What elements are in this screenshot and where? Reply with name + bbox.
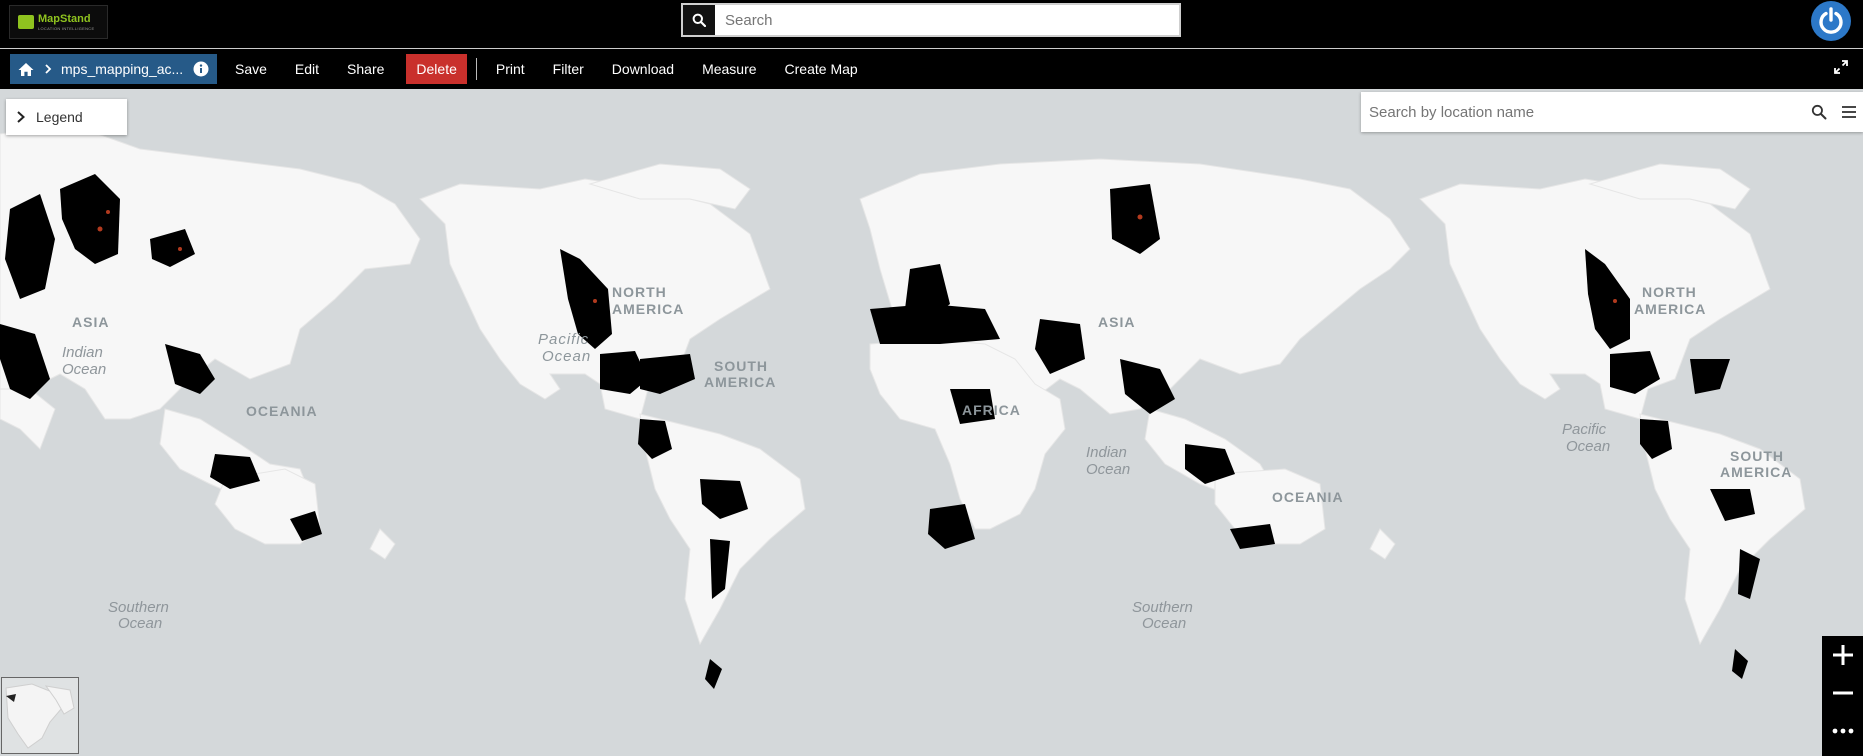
share-button[interactable]: Share <box>333 54 398 84</box>
map-name[interactable]: mps_mapping_ac... <box>61 61 193 77</box>
label-indian-2: Ocean <box>62 361 106 378</box>
measure-button[interactable]: Measure <box>688 54 770 84</box>
search-icon[interactable] <box>1811 104 1827 120</box>
world-map[interactable]: ASIA NORTH AMERICA Pacific Ocean Indian … <box>0 89 1863 756</box>
more-icon <box>1832 728 1853 734</box>
top-header: MapStand LOCATION INTELLIGENCE <box>0 0 1863 48</box>
plus-icon <box>1832 645 1853 665</box>
delete-button[interactable]: Delete <box>406 54 467 84</box>
search-input[interactable] <box>715 5 1179 35</box>
label-south-america-4: AMERICA <box>1720 464 1792 480</box>
label-north-america-2: AMERICA <box>612 301 684 317</box>
user-button[interactable] <box>1811 1 1851 41</box>
label-north-america-3: NORTH <box>1642 284 1697 300</box>
toolbar-divider <box>475 58 477 80</box>
home-icon[interactable] <box>18 62 34 77</box>
logo-icon <box>18 15 34 29</box>
chevron-right-icon <box>17 111 25 123</box>
search-icon <box>692 13 706 27</box>
logo-name: MapStand <box>38 12 91 25</box>
map-toolbar: mps_mapping_ac... Save Edit Share Delete… <box>0 49 1863 89</box>
location-search-input[interactable] <box>1361 102 1811 122</box>
mapstand-logo[interactable]: MapStand LOCATION INTELLIGENCE <box>9 5 108 39</box>
legend-toggle[interactable]: Legend <box>6 99 127 135</box>
label-pacific-1: Pacific <box>538 331 589 348</box>
more-tools-button[interactable] <box>1822 712 1863 750</box>
label-north-america-4: AMERICA <box>1634 301 1706 317</box>
search-button[interactable] <box>683 5 715 35</box>
label-pacific-4: Ocean <box>1566 438 1610 455</box>
zoom-in-button[interactable] <box>1822 636 1863 674</box>
expand-icon[interactable] <box>1833 59 1849 75</box>
zoom-out-button[interactable] <box>1822 674 1863 712</box>
download-button[interactable]: Download <box>598 54 688 84</box>
label-south-america-1: SOUTH <box>714 358 768 374</box>
label-southern-2: Ocean <box>118 615 162 632</box>
power-icon <box>1819 7 1843 34</box>
logo-tagline: LOCATION INTELLIGENCE <box>38 25 95 31</box>
filter-button[interactable]: Filter <box>539 54 598 84</box>
label-pacific-2: Ocean <box>542 348 591 365</box>
label-north-america-1: NORTH <box>612 284 667 300</box>
label-pacific-3: Pacific <box>1562 421 1607 438</box>
breadcrumb: mps_mapping_ac... <box>10 54 217 84</box>
label-asia-2: ASIA <box>1098 314 1135 330</box>
location-search <box>1361 92 1863 132</box>
label-indian-3: Indian <box>1086 444 1127 461</box>
legend-label: Legend <box>36 109 83 125</box>
label-oceania-1: OCEANIA <box>246 403 318 419</box>
minus-icon <box>1832 691 1853 695</box>
label-africa: AFRICA <box>962 402 1021 418</box>
menu-icon[interactable] <box>1841 105 1857 119</box>
label-indian-4: Ocean <box>1086 461 1130 478</box>
print-button[interactable]: Print <box>482 54 539 84</box>
map-canvas[interactable]: ASIA NORTH AMERICA Pacific Ocean Indian … <box>0 89 1863 756</box>
label-south-america-2: AMERICA <box>704 374 776 390</box>
label-south-america-3: SOUTH <box>1730 448 1784 464</box>
label-indian-1: Indian <box>62 344 103 361</box>
label-southern-1: Southern <box>108 599 169 616</box>
chevron-right-icon <box>45 64 52 74</box>
label-oceania-2: OCEANIA <box>1272 489 1344 505</box>
create-map-button[interactable]: Create Map <box>771 54 872 84</box>
label-southern-3: Southern <box>1132 599 1193 616</box>
global-search <box>681 3 1181 37</box>
info-icon[interactable] <box>193 61 209 77</box>
save-button[interactable]: Save <box>221 54 281 84</box>
label-asia: ASIA <box>72 314 109 330</box>
zoom-controls <box>1822 636 1863 756</box>
edit-button[interactable]: Edit <box>281 54 333 84</box>
overview-map-image <box>2 678 78 753</box>
label-southern-4: Ocean <box>1142 615 1186 632</box>
overview-map[interactable] <box>1 677 79 754</box>
